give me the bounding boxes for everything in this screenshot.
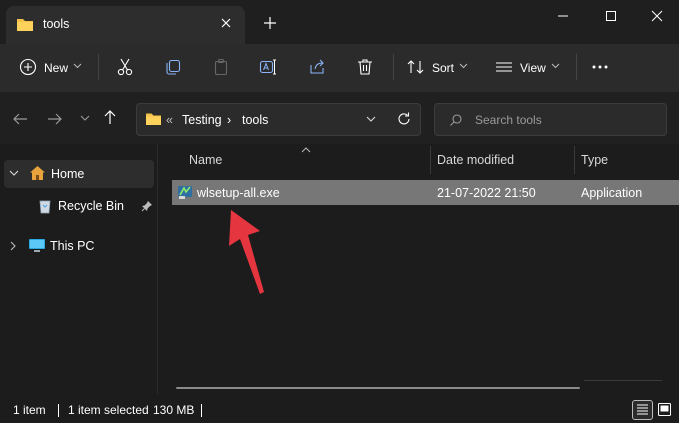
chevron-down-icon	[551, 63, 560, 69]
toolbar-divider	[393, 54, 394, 80]
chevron-down-icon[interactable]	[366, 116, 376, 123]
up-arrow-icon[interactable]	[102, 108, 118, 126]
cut-icon[interactable]	[115, 57, 135, 77]
plus-icon[interactable]	[262, 14, 278, 32]
breadcrumb-separator: ›	[227, 113, 232, 127]
status-item-count: 1 item	[13, 403, 46, 417]
minimize-icon[interactable]	[548, 7, 578, 25]
scroll-track	[584, 380, 662, 381]
details-view-icon	[636, 403, 649, 416]
chevron-down-icon	[459, 63, 468, 69]
status-divider	[201, 404, 202, 417]
toolbar-divider	[98, 54, 99, 80]
refresh-icon[interactable]	[396, 111, 412, 127]
view-icon	[494, 58, 514, 76]
window-close-icon[interactable]	[642, 7, 672, 25]
share-icon[interactable]	[307, 57, 327, 77]
nav-label-home: Home	[51, 167, 85, 181]
command-bar	[0, 44, 679, 92]
annotation-arrow	[224, 202, 272, 297]
home-icon	[29, 165, 46, 181]
tab-title: tools	[43, 17, 70, 31]
chevron-down-icon[interactable]	[9, 170, 19, 177]
sort-button[interactable]: Sort	[432, 61, 454, 75]
column-header-name[interactable]: Name	[189, 153, 222, 167]
close-icon[interactable]	[218, 15, 234, 31]
back-arrow-icon[interactable]	[11, 111, 29, 127]
delete-icon[interactable]	[355, 57, 375, 77]
chevron-down-icon	[73, 63, 82, 69]
nav-label-this-pc[interactable]: This PC	[50, 239, 94, 253]
chevron-right-icon[interactable]	[10, 241, 17, 251]
rename-icon[interactable]	[258, 57, 278, 77]
status-size: 130 MB	[153, 403, 195, 417]
paste-icon[interactable]	[211, 57, 231, 77]
installer-icon	[177, 184, 193, 200]
toolbar-divider	[576, 54, 577, 80]
column-divider[interactable]	[430, 146, 431, 174]
column-header-date[interactable]: Date modified	[437, 153, 514, 167]
nav-label-recycle-bin[interactable]: Recycle Bin	[58, 199, 124, 213]
breadcrumb-testing[interactable]: Testing	[182, 113, 222, 127]
column-header-type[interactable]: Type	[581, 153, 608, 167]
recent-chevron-icon[interactable]	[80, 115, 90, 122]
plus-circle-icon	[19, 58, 37, 76]
status-divider	[58, 404, 59, 417]
search-icon	[449, 113, 463, 127]
new-button[interactable]: New	[44, 61, 68, 75]
maximize-icon[interactable]	[596, 7, 626, 25]
tab-tools[interactable]	[6, 6, 245, 44]
search-box[interactable]	[434, 103, 667, 136]
forward-arrow-icon[interactable]	[46, 111, 64, 127]
folder-icon	[145, 112, 162, 126]
breadcrumb-overflow[interactable]: «	[166, 113, 173, 127]
pin-icon[interactable]	[141, 200, 153, 212]
file-type: Application	[581, 186, 643, 200]
pane-splitter[interactable]	[157, 144, 158, 394]
address-bar[interactable]	[136, 103, 421, 136]
file-date: 21-07-2022 21:50	[437, 186, 536, 200]
tiles-view-icon[interactable]	[657, 402, 672, 417]
sort-ascending-icon	[301, 147, 311, 153]
more-icon[interactable]	[590, 59, 610, 75]
view-button[interactable]: View	[520, 61, 546, 75]
search-placeholder: Search tools	[475, 113, 542, 127]
status-selection: 1 item selected	[68, 403, 149, 417]
column-divider[interactable]	[574, 146, 575, 174]
computer-icon	[28, 238, 46, 254]
copy-icon[interactable]	[163, 57, 183, 77]
sort-icon	[406, 58, 426, 76]
folder-icon	[16, 17, 34, 32]
horizontal-scrollbar[interactable]	[176, 387, 580, 389]
breadcrumb-tools[interactable]: tools	[242, 113, 268, 127]
recycle-bin-icon	[38, 198, 52, 214]
file-name[interactable]: wlsetup-all.exe	[197, 186, 280, 200]
